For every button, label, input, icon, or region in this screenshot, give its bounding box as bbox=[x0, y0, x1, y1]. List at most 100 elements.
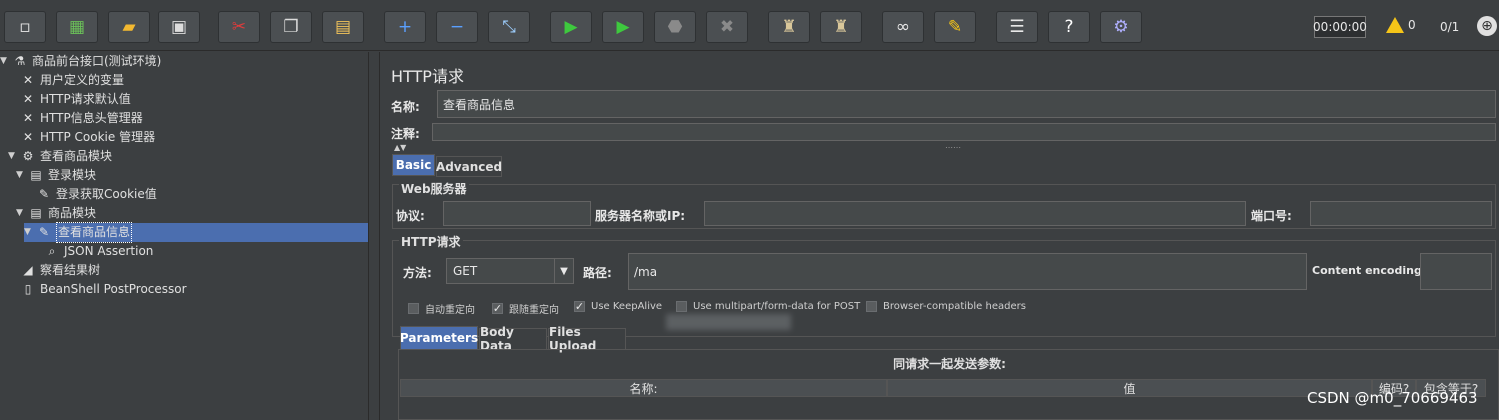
tree-item-label: 商品模块 bbox=[48, 206, 97, 220]
split-divider[interactable] bbox=[368, 52, 380, 420]
tree-item-header-manager[interactable]: ✕ HTTP信息头管理器 bbox=[8, 109, 143, 128]
checkbox-empty-icon[interactable] bbox=[866, 301, 877, 312]
save-button[interactable]: ▣ bbox=[158, 11, 200, 43]
open-icon: ▰ bbox=[122, 16, 136, 37]
resize-grip-icon[interactable]: ⋯⋯ bbox=[945, 143, 961, 152]
checkbox-checked-icon[interactable]: ✓ bbox=[574, 301, 585, 312]
search-button[interactable]: ∞ bbox=[882, 11, 924, 43]
tab-advanced[interactable]: Advanced bbox=[436, 156, 502, 177]
comment-field[interactable] bbox=[432, 123, 1496, 141]
checkbox-3[interactable]: ✓ Use KeepAlive bbox=[574, 301, 662, 312]
tree-item-label: 登录获取Cookie值 bbox=[56, 187, 157, 201]
new-button[interactable]: ▫ bbox=[4, 11, 46, 43]
column-name[interactable]: 名称: bbox=[400, 379, 887, 397]
clear-all-button[interactable]: ♜ bbox=[820, 11, 862, 43]
tree-item-login-cookie[interactable]: ✎ 登录获取Cookie值 bbox=[24, 185, 157, 204]
start-no-pause-button[interactable]: ▶ bbox=[602, 11, 644, 43]
cut-icon: ✂ bbox=[231, 16, 247, 37]
toggle-button[interactable]: ⤡ bbox=[488, 11, 530, 43]
controller-icon: ▤ bbox=[30, 168, 42, 182]
tree-item-http-defaults[interactable]: ✕ HTTP请求默认值 bbox=[8, 90, 131, 109]
clear-all-icon: ♜ bbox=[833, 16, 849, 37]
tree-item-login-controller[interactable]: ▼ ▤ 登录模块 bbox=[16, 166, 96, 185]
tab-body-data[interactable]: Body Data bbox=[479, 325, 547, 353]
method-select[interactable]: GET ▼ bbox=[446, 258, 574, 284]
tree-item-view-goods[interactable]: ▼ ✎ 查看商品信息 bbox=[24, 222, 368, 243]
open-button[interactable]: ▰ bbox=[108, 11, 150, 43]
cut-button[interactable]: ✂ bbox=[218, 11, 260, 43]
shutdown-button[interactable]: ✖ bbox=[706, 11, 748, 43]
column-value[interactable]: 值 bbox=[887, 379, 1372, 397]
name-field[interactable]: 查看商品信息 bbox=[437, 90, 1496, 118]
tree-item-label: 察看结果树 bbox=[40, 263, 101, 277]
tree-item-user-vars[interactable]: ✕ 用户定义的变量 bbox=[8, 71, 124, 90]
checkbox-label: Use KeepAlive bbox=[591, 301, 663, 312]
controller-icon: ▤ bbox=[30, 206, 42, 220]
tree-item-json-assertion[interactable]: ⌕ JSON Assertion bbox=[32, 242, 154, 261]
remote-button[interactable]: ⚙ bbox=[1100, 11, 1142, 43]
expand-toggle-icon[interactable]: ▼ bbox=[24, 223, 34, 242]
tree-item-label: JSON Assertion bbox=[64, 244, 154, 258]
tree-item-beanshell[interactable]: ▯ BeanShell PostProcessor bbox=[8, 280, 187, 299]
copy-icon: ❐ bbox=[283, 16, 299, 37]
checkbox-2[interactable]: ✓ 跟随重定向 bbox=[492, 301, 559, 316]
chart-icon: ◢ bbox=[23, 263, 33, 277]
checkbox-checked-icon[interactable]: ✓ bbox=[492, 303, 503, 314]
expand-button[interactable]: + bbox=[384, 11, 426, 43]
copy-button[interactable]: ❐ bbox=[270, 11, 312, 43]
clear-button[interactable]: ♜ bbox=[768, 11, 810, 43]
tree-item-goods-controller[interactable]: ▼ ▤ 商品模块 bbox=[16, 204, 96, 223]
collapse-button[interactable]: − bbox=[436, 11, 478, 43]
function-helper-button[interactable]: ☰ bbox=[996, 11, 1038, 43]
start-button[interactable]: ▶ bbox=[550, 11, 592, 43]
expand-toggle-icon[interactable]: ▼ bbox=[16, 204, 26, 223]
port-field[interactable] bbox=[1310, 201, 1492, 226]
checkbox-label: Browser-compatible headers bbox=[883, 301, 1026, 312]
wrench-icon: ✕ bbox=[22, 130, 34, 144]
tree-item-test-plan[interactable]: ▼ ⚗ 商品前台接口(测试环境) bbox=[0, 52, 161, 71]
watermark: CSDN @m0_70669463 bbox=[1307, 389, 1478, 407]
expand-toggle-icon[interactable]: ▼ bbox=[0, 52, 10, 71]
tree-item-label: 查看商品信息 bbox=[56, 222, 133, 243]
reset-search-button[interactable]: ✎ bbox=[934, 11, 976, 43]
help-icon: ? bbox=[1064, 16, 1074, 37]
tree-item-cookie-manager[interactable]: ✕ HTTP Cookie 管理器 bbox=[8, 128, 155, 147]
server-label: 服务器名称或IP: bbox=[595, 209, 686, 223]
chevron-down-icon[interactable]: ▼ bbox=[554, 259, 573, 283]
pipette-icon: ✎ bbox=[38, 187, 50, 201]
expand-toggle-icon[interactable]: ▼ bbox=[16, 166, 26, 185]
checkbox-empty-icon[interactable] bbox=[676, 301, 687, 312]
templates-button[interactable]: ▦ bbox=[56, 11, 98, 43]
tree-item-result-tree[interactable]: ◢ 察看结果树 bbox=[8, 261, 100, 280]
collapse-arrows-icon[interactable]: ▲▼ bbox=[394, 143, 406, 152]
checkbox-empty-icon[interactable] bbox=[408, 303, 419, 314]
remote-icon: ⚙ bbox=[1113, 16, 1129, 37]
paste-button[interactable]: ▤ bbox=[322, 11, 364, 43]
toolbar: 00:00:00 0 0/1 ⊕ ▫ ▦ ▰ ▣ ✂ ❐ ▤ + − ⤡ ▶ ▶ ⬣ ✖ ♜ ♜ ∞ ✎ ☰? ⚙ bbox=[0, 0, 1499, 51]
templates-icon: ▦ bbox=[68, 16, 86, 37]
help-button[interactable]: ? bbox=[1048, 11, 1090, 43]
tree-item-label: 商品前台接口(测试环境) bbox=[32, 54, 162, 68]
encoding-field[interactable] bbox=[1420, 253, 1492, 290]
tree-item-label: HTTP Cookie 管理器 bbox=[40, 130, 156, 144]
tree-item-thread-group[interactable]: ▼ ⚙ 查看商品模块 bbox=[8, 147, 112, 166]
checkbox-5[interactable]: Browser-compatible headers bbox=[866, 301, 1026, 312]
stop-button[interactable]: ⬣ bbox=[654, 11, 696, 43]
web-server-title: Web服务器 bbox=[399, 180, 469, 197]
tab-files-upload[interactable]: Files Upload bbox=[548, 325, 626, 353]
checkbox-1[interactable]: 自动重定向 bbox=[408, 301, 475, 316]
toggle-icon: ⤡ bbox=[502, 16, 516, 37]
tree-item-label: BeanShell PostProcessor bbox=[40, 282, 187, 296]
tab-basic[interactable]: Basic bbox=[392, 154, 435, 176]
tree-item-label: 用户定义的变量 bbox=[40, 73, 125, 87]
tab-parameters[interactable]: Parameters bbox=[400, 326, 478, 350]
remote-status-icon[interactable]: ⊕ bbox=[1477, 16, 1497, 36]
path-field[interactable]: /ma bbox=[628, 253, 1307, 290]
warning-indicator[interactable]: 0 bbox=[1386, 17, 1416, 33]
checkbox-4[interactable]: Use multipart/form-data for POST bbox=[676, 301, 860, 312]
expand-toggle-icon[interactable]: ▼ bbox=[8, 147, 18, 166]
server-field[interactable] bbox=[704, 201, 1246, 226]
document-icon: ▯ bbox=[24, 282, 32, 296]
wrench-icon: ✕ bbox=[22, 92, 34, 106]
protocol-field[interactable] bbox=[443, 201, 591, 226]
